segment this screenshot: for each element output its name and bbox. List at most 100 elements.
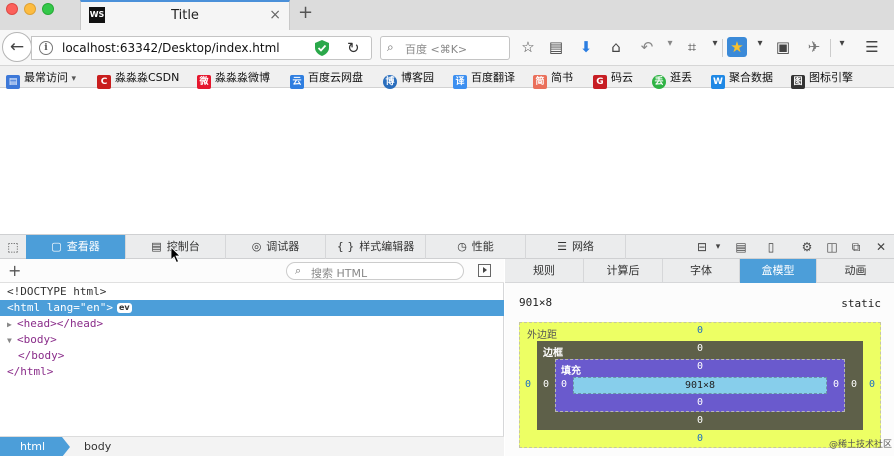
padding-top-value[interactable]: 0 — [690, 361, 710, 372]
browser-tab[interactable]: WS Title × — [80, 0, 290, 30]
tab-network[interactable]: ☰ 网络 — [526, 235, 626, 259]
markup-toolbar: + ⌕ 搜索 HTML — [0, 259, 504, 283]
markup-line-html[interactable]: <html lang="en"> ev — [0, 300, 504, 316]
border-top-value[interactable]: 0 — [690, 343, 710, 354]
chevron-down-icon[interactable]: ▾ — [750, 38, 770, 49]
devtools-toolbar: ⬚ ▢ 查看器 ▤ 控制台 ◎ 调试器 { } 样式编辑器 ◷ 性能 ☰ 网络 ⊟ ▾ ▤ … — [0, 234, 894, 259]
sidebar-panel: 规则 计算后 字体 盒模型 动画 901×8 static 外边距 0 0 0 … — [505, 259, 894, 456]
shield-check-icon[interactable] — [315, 40, 329, 56]
translate-icon: 译 — [453, 75, 467, 89]
chevron-down-icon[interactable]: ▾ — [708, 235, 728, 259]
border-left-value[interactable]: 0 — [536, 379, 556, 390]
tab-debugger[interactable]: ◎ 调试器 — [226, 235, 326, 259]
menu-icon[interactable]: ☰ — [862, 38, 882, 56]
collapse-triangle-icon[interactable]: ▼ — [7, 333, 17, 349]
margin-right-value[interactable]: 0 — [862, 379, 882, 390]
undo-icon[interactable]: ↶ — [637, 38, 657, 56]
markup-line-doctype[interactable]: <!DOCTYPE html> — [0, 284, 504, 300]
undock-icon[interactable]: ⧉ — [846, 235, 866, 259]
minimize-window-button[interactable] — [24, 3, 36, 15]
markup-line-body-close[interactable]: </body> — [0, 348, 504, 364]
new-tab-button[interactable]: + — [298, 2, 313, 23]
search-bar[interactable]: ⌕ 百度 <⌘K> — [380, 36, 510, 60]
bookmark-most-visited[interactable]: ▤ 最常访问 ▾ — [6, 69, 76, 89]
bookmarks-toolbar: ▤ 最常访问 ▾ C 淼淼淼CSDN 微淼淼淼微博 云百度云网盘 博博客园 译百度翻… — [0, 66, 894, 89]
margin-left-value[interactable]: 0 — [518, 379, 538, 390]
breadcrumb-html[interactable]: html — [0, 437, 70, 456]
element-position: static — [841, 297, 881, 310]
reload-icon[interactable]: ↻ — [347, 39, 360, 57]
chevron-down-icon[interactable]: ▾ — [660, 38, 680, 49]
bookmark-baidu-translate[interactable]: 译百度翻译 — [453, 69, 515, 89]
element-dimensions: 901×8 — [519, 296, 553, 309]
tab-animations[interactable]: 动画 — [817, 259, 894, 283]
toolbar-separator — [830, 39, 831, 57]
add-node-icon[interactable]: + — [8, 261, 21, 280]
extension-icon[interactable]: ✈ — [804, 38, 824, 56]
event-badge[interactable]: ev — [116, 303, 132, 313]
tab-close-icon[interactable]: × — [269, 7, 281, 23]
crop-icon[interactable]: ⌗ — [682, 38, 702, 56]
zoom-window-button[interactable] — [42, 3, 54, 15]
cnblogs-icon: 博 — [383, 75, 397, 89]
tab-performance[interactable]: ◷ 性能 — [426, 235, 526, 259]
element-picker-icon[interactable]: ⬚ — [0, 235, 26, 259]
bookmark-weibo[interactable]: 微淼淼淼微博 — [197, 69, 270, 89]
responsive-mode-icon[interactable]: ▯ — [761, 235, 781, 259]
tab-style-editor[interactable]: { } 样式编辑器 — [326, 235, 426, 259]
toolbar-separator — [722, 39, 723, 57]
home-icon[interactable]: ⌂ — [606, 38, 626, 56]
border-right-value[interactable]: 0 — [844, 379, 864, 390]
favorites-star-icon[interactable]: ★ — [727, 37, 747, 57]
bookmark-icon-engine[interactable]: 图图标引擎 — [791, 69, 853, 89]
padding-left-value[interactable]: 0 — [554, 379, 574, 390]
bookmark-jianshu[interactable]: 简简书 — [533, 69, 573, 89]
margin-label: 外边距 — [527, 330, 557, 341]
box-model-margin: 外边距 0 0 0 0 边框 0 0 0 0 填充 0 0 0 0 901×8 — [519, 322, 881, 448]
bookmark-gitee[interactable]: G 码云 — [593, 69, 633, 89]
star-icon[interactable]: ☆ — [518, 38, 538, 56]
tab-computed[interactable]: 计算后 — [584, 259, 663, 283]
gauge-icon: ◷ — [457, 240, 467, 253]
url-text[interactable]: localhost:63342/Desktop/index.html — [62, 41, 280, 55]
bookmark-guangdiu[interactable]: 丢逛丢 — [652, 69, 692, 89]
tab-box-model[interactable]: 盒模型 — [740, 259, 817, 283]
download-icon[interactable]: ⬇ — [576, 38, 596, 56]
info-icon[interactable]: i — [39, 41, 53, 55]
markup-line-body-open[interactable]: ▼ <body> — [0, 332, 504, 348]
reading-list-icon[interactable]: ▤ — [546, 38, 566, 56]
padding-bottom-value[interactable]: 0 — [690, 397, 710, 408]
bookmark-cnblogs[interactable]: 博博客园 — [383, 69, 434, 89]
scratchpad-icon[interactable]: ▤ — [731, 235, 751, 259]
markup-line-head[interactable]: ▶ <head></head> — [0, 316, 504, 332]
page-viewport[interactable] — [0, 89, 894, 234]
html-search-input[interactable]: ⌕ 搜索 HTML — [286, 262, 464, 280]
back-button[interactable]: ← — [2, 32, 32, 62]
margin-top-value[interactable]: 0 — [690, 325, 710, 336]
icon-engine-icon: 图 — [791, 75, 805, 89]
border-bottom-value[interactable]: 0 — [690, 415, 710, 426]
expand-triangle-icon[interactable]: ▶ — [7, 317, 17, 333]
bookmark-csdn[interactable]: C 淼淼淼CSDN — [97, 69, 179, 89]
bookmark-juhe[interactable]: W 聚合数据 — [711, 69, 773, 89]
tab-rules[interactable]: 规则 — [505, 259, 584, 283]
padding-right-value[interactable]: 0 — [826, 379, 846, 390]
markup-panel: + ⌕ 搜索 HTML <!DOCTYPE html> <html lang="… — [0, 259, 504, 456]
tab-fonts[interactable]: 字体 — [663, 259, 740, 283]
braces-icon: { } — [336, 240, 355, 253]
content-size-value[interactable]: 901×8 — [574, 378, 826, 393]
close-window-button[interactable] — [6, 3, 18, 15]
breadcrumb-body[interactable]: body — [84, 437, 111, 456]
markup-line-html-close[interactable]: </html> — [0, 364, 504, 380]
gear-icon[interactable]: ⚙ — [797, 235, 817, 259]
url-bar[interactable]: i localhost:63342/Desktop/index.html ↻ — [31, 36, 372, 60]
toggle-sidebar-icon[interactable] — [478, 264, 491, 277]
dock-side-icon[interactable]: ◫ — [822, 235, 842, 259]
close-icon[interactable]: ✕ — [871, 235, 891, 259]
tab-inspector[interactable]: ▢ 查看器 — [26, 235, 126, 259]
folder-icon: ▤ — [6, 75, 20, 89]
margin-bottom-value[interactable]: 0 — [690, 433, 710, 444]
bookmark-baidu-pan[interactable]: 云百度云网盘 — [290, 69, 363, 89]
chevron-down-icon[interactable]: ▾ — [832, 38, 852, 49]
train-icon[interactable]: ▣ — [773, 38, 793, 56]
